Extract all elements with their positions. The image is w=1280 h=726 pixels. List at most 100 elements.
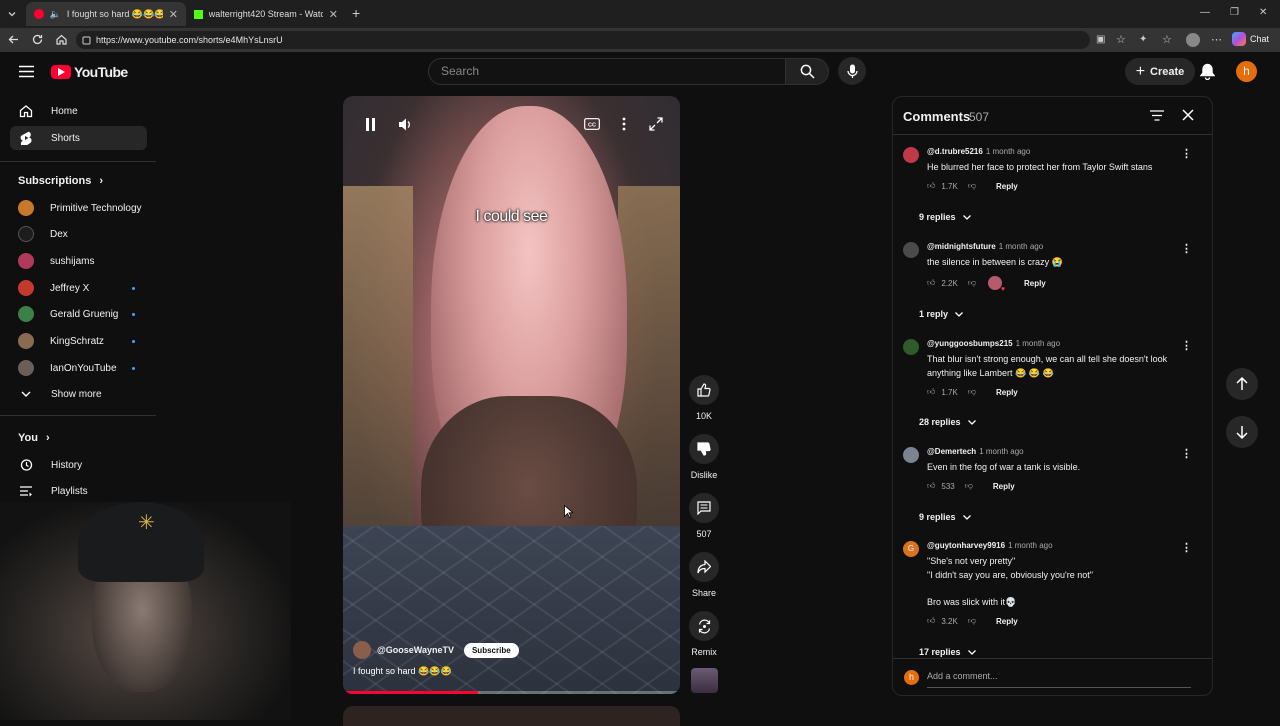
captions-button[interactable]: CC	[582, 114, 602, 134]
view-replies-button[interactable]: 17 replies	[919, 647, 977, 657]
comments-button[interactable]	[689, 493, 719, 523]
commenter-avatar[interactable]: G	[903, 541, 919, 557]
favorite-star-icon[interactable]: ☆	[1116, 33, 1126, 46]
favorites-icon[interactable]: ☆	[1162, 33, 1172, 46]
comment-author[interactable]: @midnightsfuture 1 month ago	[927, 242, 1043, 251]
thumbs-up-icon[interactable]: 👍︎	[927, 481, 935, 491]
close-comments-icon[interactable]	[1182, 109, 1194, 121]
sidebar-item-playlists[interactable]: Playlists	[10, 479, 147, 503]
tab-stream[interactable]: walterright420 Stream - Watch Live ✕	[186, 2, 346, 26]
sidebar-item-shorts[interactable]: Shorts	[10, 126, 147, 150]
video-progress-bar[interactable]	[343, 691, 680, 694]
reload-icon[interactable]	[31, 33, 44, 46]
reply-button[interactable]: Reply	[996, 182, 1018, 191]
profile-icon[interactable]	[1186, 33, 1200, 47]
create-button[interactable]: + Create	[1125, 58, 1195, 85]
thumbs-down-icon[interactable]: 👎︎	[968, 616, 976, 626]
subscribe-button[interactable]: Subscribe	[463, 642, 519, 658]
video-more-button[interactable]	[614, 114, 634, 134]
new-tab-icon[interactable]: +	[352, 5, 360, 21]
search-button[interactable]	[785, 58, 829, 85]
sidebar-item-kingschratz[interactable]: KingSchratz	[10, 329, 147, 353]
thumbs-down-icon[interactable]: 👎︎	[968, 278, 976, 288]
copilot-chat-button[interactable]: Chat	[1232, 32, 1269, 46]
reply-button[interactable]: Reply	[1024, 279, 1046, 288]
sidebar-item-gerald-gruenig[interactable]: Gerald Gruenig	[10, 302, 147, 326]
sidebar-item-dex[interactable]: Dex	[10, 222, 147, 246]
thumbs-down-icon[interactable]: 👎︎	[968, 387, 976, 397]
thumbs-up-icon[interactable]: 👍︎	[927, 278, 935, 288]
comment-username[interactable]: @guytonharvey9916	[927, 541, 1005, 550]
thumbs-up-icon[interactable]: 👍︎	[927, 616, 935, 626]
you-heading[interactable]: You ›	[18, 432, 50, 444]
pause-button[interactable]	[360, 114, 380, 134]
dislike-action[interactable]: Dislike	[689, 434, 719, 480]
voice-search-button[interactable]	[838, 57, 866, 85]
short-video-player[interactable]: CC I could see @GooseWayneTV Subscribe I…	[343, 96, 680, 694]
comments-action[interactable]: 507	[689, 493, 719, 539]
like-button[interactable]	[689, 375, 719, 405]
sidebar-item-primitive-technology[interactable]: Primitive Technology	[10, 196, 147, 220]
back-icon[interactable]	[7, 33, 20, 46]
show-more-button[interactable]: Show more	[10, 382, 147, 406]
next-short-button[interactable]	[1226, 416, 1258, 448]
reply-button[interactable]: Reply	[996, 617, 1018, 626]
sidebar-item-ianonyoutube[interactable]: IanOnYouTube	[10, 356, 147, 380]
share-action[interactable]: Share	[689, 552, 719, 598]
comment-more-icon[interactable]: ⋮	[1181, 339, 1192, 352]
search-input[interactable]: Search	[428, 58, 786, 85]
minimize-icon[interactable]: —	[1200, 7, 1210, 18]
hamburger-menu-icon[interactable]	[19, 65, 34, 78]
reply-button[interactable]: Reply	[993, 482, 1015, 491]
channel-avatar[interactable]	[353, 641, 371, 659]
comment-username[interactable]: @d.trubre5216	[927, 147, 983, 156]
commenter-avatar[interactable]	[903, 147, 919, 163]
comment-more-icon[interactable]: ⋮	[1181, 541, 1192, 554]
home-browser-icon[interactable]	[55, 33, 68, 46]
tab-close-icon[interactable]: ✕	[169, 8, 178, 21]
commenter-avatar[interactable]	[903, 447, 919, 463]
comment-author[interactable]: @Demertech 1 month ago	[927, 447, 1024, 456]
extensions-icon[interactable]: ✦	[1139, 34, 1147, 45]
comment-more-icon[interactable]: ⋮	[1181, 242, 1192, 255]
comment-author[interactable]: @yunggoosbumps215 1 month ago	[927, 339, 1060, 348]
comment-username[interactable]: @Demertech	[927, 447, 976, 456]
thumbs-down-icon[interactable]: 👎︎	[965, 481, 973, 491]
thumbs-up-icon[interactable]: 👍︎	[927, 387, 935, 397]
restore-icon[interactable]: ❐	[1230, 7, 1239, 18]
youtube-logo[interactable]: YouTube	[51, 64, 128, 80]
tab-close-icon[interactable]: ✕	[329, 8, 338, 21]
comment-username[interactable]: @yunggoosbumps215	[927, 339, 1013, 348]
view-replies-button[interactable]: 9 replies	[919, 212, 972, 222]
sound-thumbnail[interactable]	[691, 668, 718, 693]
thumbs-up-icon[interactable]: 👍︎	[927, 181, 935, 191]
view-replies-button[interactable]: 9 replies	[919, 512, 972, 522]
commenter-avatar[interactable]	[903, 242, 919, 258]
view-replies-button[interactable]: 28 replies	[919, 417, 977, 427]
share-button[interactable]	[689, 552, 719, 582]
dislike-button[interactable]	[689, 434, 719, 464]
subscriptions-heading[interactable]: Subscriptions ›	[18, 175, 103, 187]
browser-menu-icon[interactable]: ⋯	[1211, 33, 1222, 46]
site-info-icon[interactable]	[82, 36, 91, 45]
channel-name[interactable]: @GooseWayneTV	[377, 645, 454, 655]
sidebar-item-home[interactable]: Home	[10, 99, 147, 123]
url-field[interactable]: https://www.youtube.com/shorts/e4MhYsLns…	[76, 31, 1090, 49]
comment-more-icon[interactable]: ⋮	[1181, 447, 1192, 460]
tab-youtube[interactable]: 🔈 I fought so hard 😂😂😂 - YouTube ✕	[26, 2, 186, 26]
fullscreen-button[interactable]	[646, 114, 666, 134]
remix-button[interactable]	[689, 611, 719, 641]
speaker-icon[interactable]: 🔈	[50, 9, 61, 20]
volume-button[interactable]	[396, 114, 416, 134]
remix-action[interactable]: Remix	[689, 611, 719, 657]
add-comment-input[interactable]: Add a comment...	[927, 671, 998, 681]
view-replies-button[interactable]: 1 reply	[919, 309, 964, 319]
tab-list-chevron-icon[interactable]	[6, 8, 18, 20]
reader-icon[interactable]: ▣	[1096, 34, 1105, 45]
comment-more-icon[interactable]: ⋮	[1181, 147, 1192, 160]
window-close-icon[interactable]: ✕	[1259, 7, 1267, 18]
previous-short-button[interactable]	[1226, 368, 1258, 400]
sidebar-item-history[interactable]: History	[10, 453, 147, 477]
reply-button[interactable]: Reply	[996, 388, 1018, 397]
sidebar-item-jeffrey-x[interactable]: Jeffrey X	[10, 276, 147, 300]
